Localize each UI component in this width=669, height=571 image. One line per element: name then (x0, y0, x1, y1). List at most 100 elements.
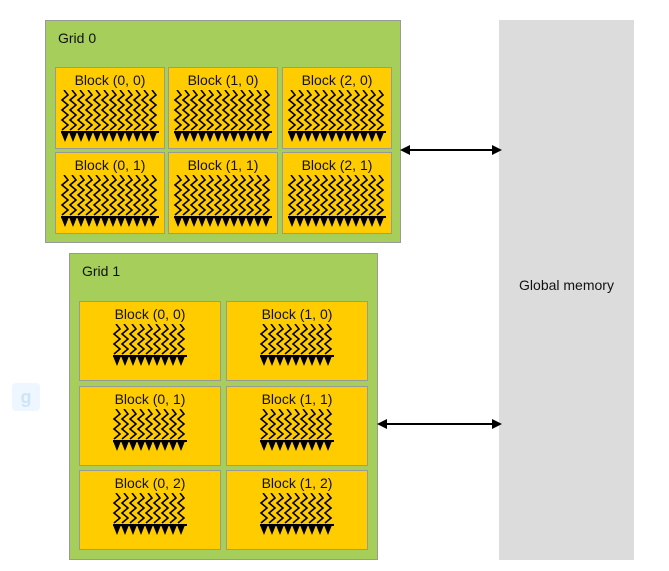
thread-icon (267, 324, 277, 355)
threads (173, 90, 272, 142)
thread-arrow-icon (336, 132, 344, 142)
thread-icon (124, 90, 134, 131)
thread-icon (176, 493, 186, 524)
block-title: Block (1, 1) (187, 157, 259, 173)
thread-icon (283, 493, 293, 524)
thread-arrow-icon (93, 217, 101, 227)
thread-arrow-icon (177, 356, 185, 366)
thread-icon (92, 175, 102, 216)
thread-icon (181, 90, 191, 131)
thread-arrow-icon (268, 525, 276, 535)
thread-icon (259, 493, 269, 524)
thread-icon (261, 175, 271, 216)
thread-arrow-icon (117, 217, 125, 227)
block: Block (0, 0) (79, 301, 221, 381)
thread-arrow-icon (316, 441, 324, 451)
thread-arrow-icon (222, 217, 230, 227)
thread-arrow-icon (85, 217, 93, 227)
thread-icon (245, 175, 255, 216)
thread-icon (253, 175, 263, 216)
thread-arrow-icon (182, 217, 190, 227)
thread-icon (92, 90, 102, 131)
thread-icon (120, 493, 130, 524)
thread-arrow-icon (133, 132, 141, 142)
thread-arrow-icon (262, 217, 270, 227)
thread-icon (144, 409, 154, 440)
thread-icon (311, 90, 321, 131)
thread-icon (100, 90, 110, 131)
thread-icon (205, 90, 215, 131)
thread-icon (132, 175, 142, 216)
thread-arrow-icon (149, 132, 157, 142)
thread-icon (323, 324, 333, 355)
thread-icon (148, 90, 158, 131)
thread-icon (160, 324, 170, 355)
thread-baseline (288, 216, 386, 218)
thread-arrow-icon (376, 132, 384, 142)
thread-icon (307, 324, 317, 355)
thread-arrow-icon (69, 217, 77, 227)
thread-icon (197, 90, 207, 131)
thread-arrow-icon (198, 217, 206, 227)
thread-arrow-icon (113, 441, 121, 451)
thread-icon (176, 409, 186, 440)
thread-icon (315, 493, 325, 524)
thread-icon (197, 175, 207, 216)
thread-arrow-icon (276, 441, 284, 451)
thread-arrow-icon (61, 132, 69, 142)
thread-icon (189, 90, 199, 131)
thread-icon (132, 90, 142, 131)
threads (112, 324, 187, 366)
thread-arrow-icon (320, 132, 328, 142)
global-memory-label: Global memory (519, 277, 614, 293)
thread-arrow-icon (137, 525, 145, 535)
thread-arrow-icon (137, 356, 145, 366)
thread-arrow-icon (288, 132, 296, 142)
thread-arrow-icon (190, 132, 198, 142)
block-title: Block (1, 0) (261, 306, 333, 322)
thread-icon (76, 90, 86, 131)
thread-icon (173, 175, 183, 216)
thread-arrow-icon (324, 441, 332, 451)
thread-icon (112, 493, 122, 524)
thread-arrow-icon (169, 525, 177, 535)
threads (60, 175, 159, 227)
thread-icon (120, 409, 130, 440)
thread-icon (299, 324, 309, 355)
thread-arrow-icon (141, 217, 149, 227)
thread-arrow-icon (133, 217, 141, 227)
thread-baseline (113, 440, 187, 442)
thread-arrow-icon (141, 132, 149, 142)
thread-icon (327, 90, 337, 131)
thread-arrow-icon (206, 132, 214, 142)
threads (287, 175, 386, 227)
thread-icon (168, 324, 178, 355)
thread-arrow-icon (246, 217, 254, 227)
thread-arrow-icon (153, 356, 161, 366)
thread-icon (213, 90, 223, 131)
thread-arrow-icon (276, 525, 284, 535)
threads (259, 409, 334, 451)
thread-baseline (113, 355, 187, 357)
thread-icon (295, 175, 305, 216)
block-title: Block (1, 2) (261, 475, 333, 491)
threads (112, 493, 187, 535)
threads (287, 90, 386, 142)
thread-arrow-icon (174, 217, 182, 227)
block: Block (2, 0) (282, 67, 392, 149)
thread-baseline (174, 216, 272, 218)
thread-icon (136, 324, 146, 355)
thread-baseline (174, 131, 272, 133)
block: Block (0, 1) (55, 152, 165, 234)
thread-icon (267, 493, 277, 524)
thread-icon (275, 409, 285, 440)
thread-arrow-icon (109, 217, 117, 227)
thread-arrow-icon (109, 132, 117, 142)
thread-icon (351, 175, 361, 216)
thread-arrow-icon (316, 525, 324, 535)
thread-arrow-icon (177, 441, 185, 451)
thread-arrow-icon (85, 132, 93, 142)
thread-arrow-icon (161, 441, 169, 451)
thread-arrow-icon (113, 525, 121, 535)
thread-arrow-icon (198, 132, 206, 142)
